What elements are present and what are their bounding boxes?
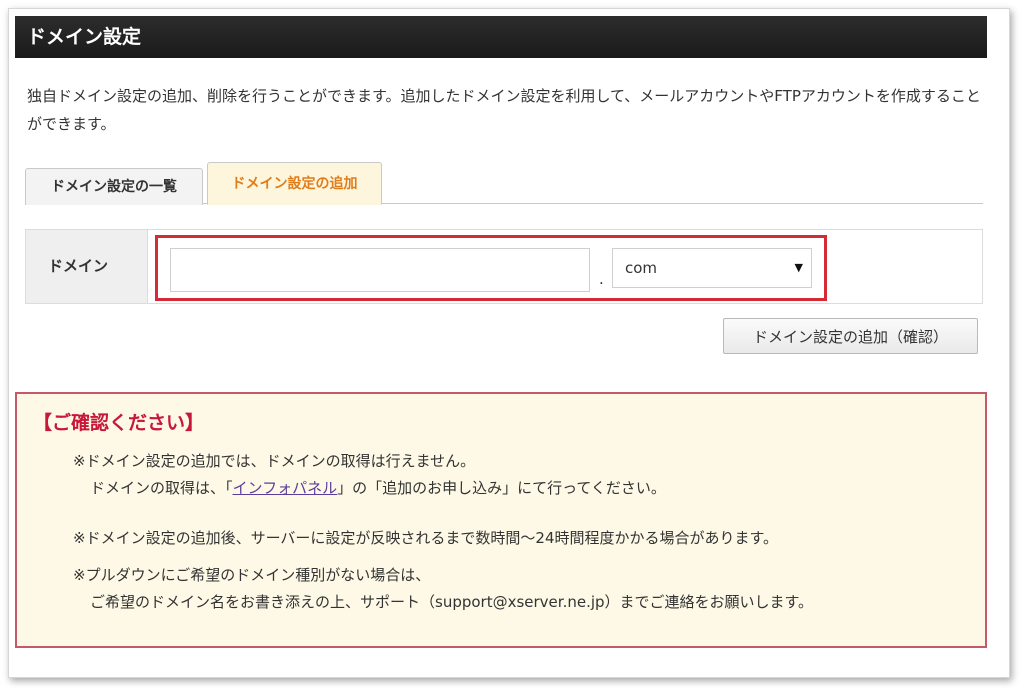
notice-item-3: ※プルダウンにご希望のドメイン種別がない場合は、 ご希望のドメイン名をお書き添え… [73,562,813,616]
notice-item-3-line-1: ※プルダウンにご希望のドメイン種別がない場合は、 [73,566,431,584]
domain-dot-separator: . [599,270,604,288]
tab-domain-list[interactable]: ドメイン設定の一覧 [25,168,203,205]
domain-form-row: ドメイン . com ▼ [25,229,983,304]
tab-bar: ドメイン設定の一覧 ドメイン設定の追加 [25,162,983,205]
notice-box: 【ご確認ください】 ※ドメイン設定の追加では、ドメインの取得は行えません。 ドメ… [15,392,987,648]
tld-select[interactable]: com ▼ [612,248,812,288]
page-title: ドメイン設定 [15,16,987,58]
info-panel-link[interactable]: インフォパネル [233,479,338,497]
notice-item-2: ※ドメイン設定の追加後、サーバーに設定が反映されるまで数時間～24時間程度かかる… [73,529,779,547]
notice-item-1-line-1: ※ドメイン設定の追加では、ドメインの取得は行えません。 [73,452,476,470]
notice-item-1-pre: ドメインの取得は、「 [90,479,233,497]
dropdown-arrow-icon: ▼ [794,261,803,274]
notice-item-3-line-2: ご希望のドメイン名をお書き添えの上、サポート（support@xserver.n… [90,593,814,611]
domain-input-highlight: . com ▼ [155,235,827,301]
notice-title: 【ご確認ください】 [33,412,205,434]
tab-domain-add[interactable]: ドメイン設定の追加 [207,162,382,205]
notice-item-1: ※ドメイン設定の追加では、ドメインの取得は行えません。 ドメインの取得は、「イン… [73,448,666,502]
domain-name-input[interactable] [170,248,590,292]
notice-item-1-post: 」の「追加のお申し込み」にて行ってください。 [337,479,666,497]
page-description: 独自ドメイン設定の追加、削除を行うことができます。追加したドメイン設定を利用して… [27,87,981,133]
tld-selected-value: com [625,259,658,277]
add-domain-confirm-button[interactable]: ドメイン設定の追加（確認） [723,318,978,354]
domain-label: ドメイン [26,230,148,303]
notice-item-1-line-2: ドメインの取得は、「インフォパネル」の「追加のお申し込み」にて行ってください。 [73,475,666,502]
